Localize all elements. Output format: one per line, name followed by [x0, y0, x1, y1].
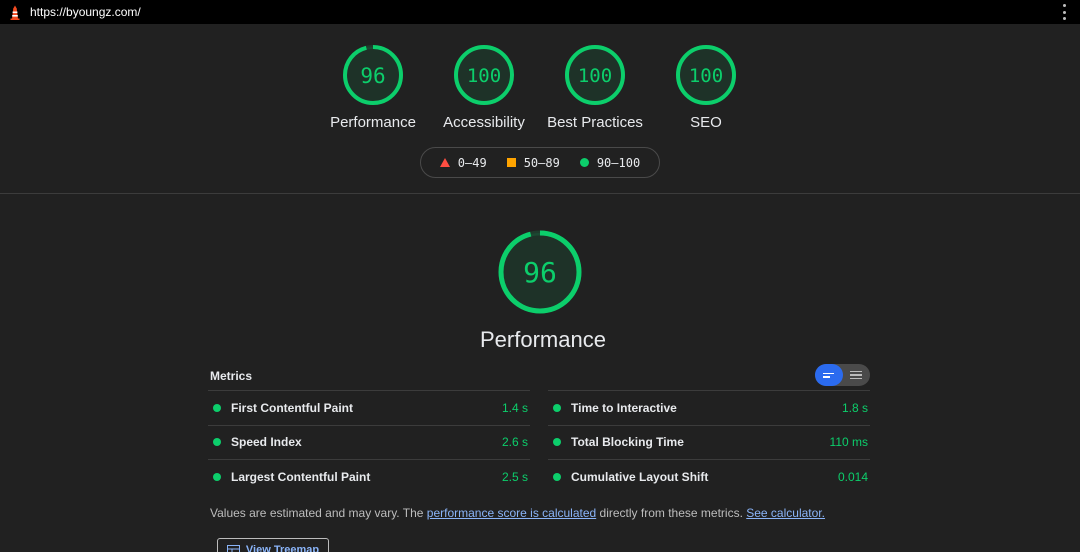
score-calculated-link[interactable]: performance score is calculated	[427, 506, 596, 520]
metric-name: Time to Interactive	[571, 400, 677, 415]
gauge-score: 100	[578, 65, 612, 87]
metric-name: Total Blocking Time	[571, 435, 684, 450]
compact-view-icon[interactable]	[815, 364, 843, 386]
metric-row: First Contentful Paint 1.4 s	[208, 390, 530, 425]
legend-range: 50–89	[523, 155, 560, 170]
square-icon	[506, 158, 516, 167]
metric-name: Largest Contentful Paint	[231, 469, 371, 484]
view-treemap-button[interactable]: View Treemap	[217, 538, 329, 552]
legend-item-fail: 0–49	[439, 155, 487, 170]
gauge-ring: 96	[498, 230, 582, 314]
metrics-header: Metrics	[210, 369, 253, 383]
circle-icon	[579, 158, 589, 167]
pass-circle-icon	[213, 472, 221, 481]
note-text: Values are estimated and may vary. The	[210, 506, 427, 520]
pass-circle-icon	[213, 438, 221, 447]
gauge-ring: 100	[676, 45, 736, 105]
metric-value: 2.5 s	[501, 469, 528, 484]
score-gauges: 96 Performance 100 Accessibility 100 Bes…	[0, 44, 1080, 134]
performance-title: Performance	[480, 327, 606, 352]
gauge-label: SEO	[690, 114, 722, 131]
treemap-icon	[226, 544, 240, 552]
metric-value: 2.6 s	[501, 435, 528, 450]
metric-value: 1.4 s	[501, 400, 528, 415]
triangle-icon	[439, 158, 450, 167]
score-legend: 0–49 50–89 90–100	[420, 147, 660, 178]
note-text: directly from these metrics.	[596, 506, 747, 520]
legend-item-average: 50–89	[506, 155, 560, 170]
pass-circle-icon	[553, 438, 561, 447]
pass-circle-icon	[553, 403, 561, 412]
metric-row: Largest Contentful Paint 2.5 s	[208, 459, 530, 494]
metrics-column-left: First Contentful Paint 1.4 s Speed Index…	[208, 390, 530, 494]
expanded-view-icon[interactable]	[843, 364, 871, 386]
performance-gauge-large: 96 Performance	[480, 229, 606, 353]
legend-range: 0–49	[457, 155, 487, 170]
gauge-score: 96	[523, 256, 557, 289]
metric-name: First Contentful Paint	[231, 400, 353, 415]
metric-value: 0.014	[837, 469, 868, 484]
pass-circle-icon	[553, 472, 561, 481]
page-url: https://byoungz.com/	[30, 5, 141, 19]
gauge-ring: 100	[454, 45, 514, 105]
treemap-label: View Treemap	[245, 544, 320, 552]
metrics-column-right: Time to Interactive 1.8 s Total Blocking…	[548, 390, 870, 494]
see-calculator-link[interactable]: See calculator.	[746, 506, 825, 520]
metric-value: 110 ms	[829, 435, 868, 450]
gauge-score: 96	[360, 64, 385, 88]
gauge-seo[interactable]: 100 SEO	[641, 44, 771, 131]
gauge-ring: 96	[343, 45, 403, 105]
metric-row: Speed Index 2.6 s	[208, 424, 530, 460]
legend-item-pass: 90–100	[579, 155, 641, 170]
metric-name: Speed Index	[231, 435, 302, 450]
top-bar: https://byoungz.com/	[0, 0, 1080, 24]
metric-row: Cumulative Layout Shift 0.014	[548, 459, 870, 494]
section-divider	[0, 193, 1080, 194]
kebab-menu-icon[interactable]	[1062, 4, 1066, 20]
pass-circle-icon	[213, 403, 221, 412]
gauge-ring: 100	[565, 45, 625, 105]
metric-value: 1.8 s	[841, 400, 868, 415]
legend-range: 90–100	[596, 155, 641, 170]
lighthouse-icon	[8, 4, 22, 20]
metric-row: Total Blocking Time 110 ms	[548, 424, 870, 460]
gauge-score: 100	[467, 65, 501, 87]
gauge-score: 100	[689, 65, 723, 87]
metrics-view-toggle[interactable]	[815, 364, 870, 386]
metric-row: Time to Interactive 1.8 s	[548, 390, 870, 425]
metrics-note: Values are estimated and may vary. The p…	[210, 506, 825, 520]
metric-name: Cumulative Layout Shift	[571, 469, 709, 484]
